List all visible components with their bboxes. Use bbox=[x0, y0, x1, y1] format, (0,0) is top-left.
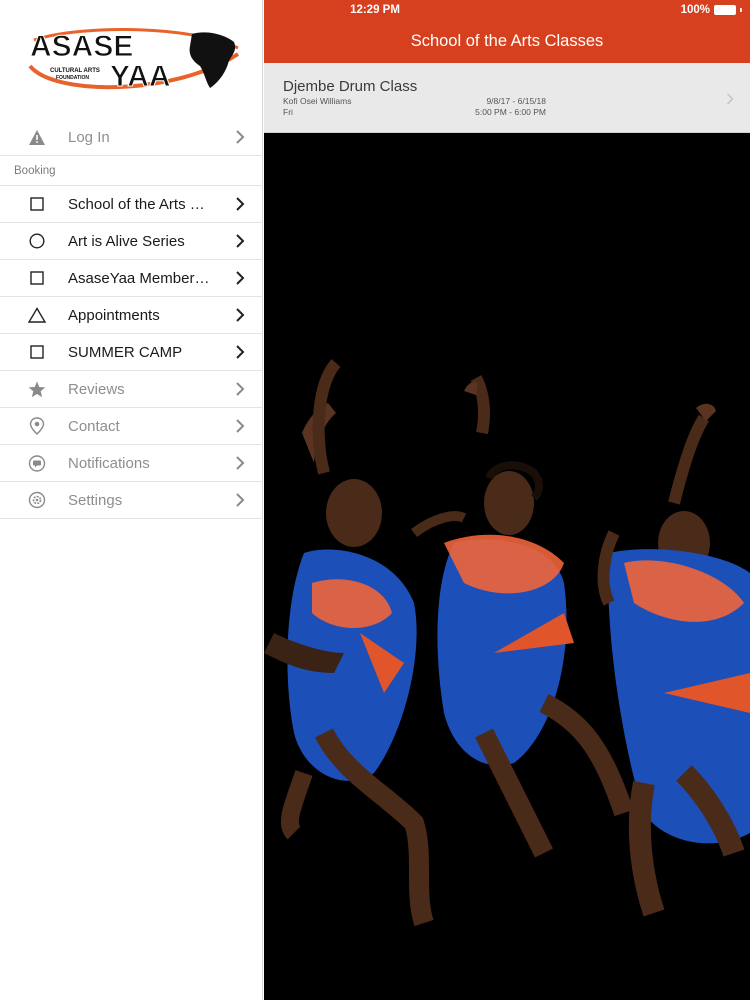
battery-percent: 100% bbox=[680, 4, 710, 16]
sidebar-item-school-of-the-arts[interactable]: School of the Arts Classes bbox=[0, 186, 263, 223]
battery-tip bbox=[740, 8, 742, 12]
navigation-bar: School of the Arts Classes bbox=[264, 20, 750, 63]
star-icon bbox=[27, 379, 47, 399]
status-time: 12:29 PM bbox=[350, 4, 400, 16]
svg-text:YAA: YAA bbox=[110, 60, 171, 93]
battery-icon bbox=[714, 5, 736, 15]
chevron-right-icon bbox=[236, 197, 245, 211]
main-panel: 12:29 PM 100% School of the Arts Classes… bbox=[264, 0, 750, 1000]
sidebar-item-label: Settings bbox=[68, 491, 123, 509]
sidebar-item-label: Log In bbox=[68, 128, 110, 146]
chevron-right-icon bbox=[236, 456, 245, 470]
class-times: 5:00 PM - 6:00 PM bbox=[475, 107, 546, 117]
sidebar: ASASE YAA CULTURAL ARTS FOUNDATION Log I… bbox=[0, 0, 263, 1000]
sidebar-item-label: Notifications bbox=[68, 454, 150, 472]
chevron-right-icon bbox=[236, 419, 245, 433]
sidebar-item-art-is-alive[interactable]: Art is Alive Series bbox=[0, 223, 263, 260]
sidebar-item-notifications[interactable]: Notifications bbox=[0, 445, 263, 482]
square-icon bbox=[27, 268, 47, 288]
square-icon bbox=[27, 194, 47, 214]
chevron-right-icon bbox=[236, 345, 245, 359]
svg-text:CULTURAL ARTS: CULTURAL ARTS bbox=[50, 68, 100, 74]
status-bar: 12:29 PM 100% bbox=[264, 0, 750, 20]
sidebar-item-reviews[interactable]: Reviews bbox=[0, 371, 263, 408]
sidebar-item-label: Reviews bbox=[68, 380, 125, 398]
chevron-right-icon bbox=[236, 234, 245, 248]
class-instructor: Kofi Osei Williams bbox=[283, 96, 352, 106]
sidebar-item-label: Appointments bbox=[68, 306, 160, 324]
gear-icon bbox=[27, 490, 47, 510]
sidebar-item-contact[interactable]: Contact bbox=[0, 408, 263, 445]
sidebar-item-label: School of the Arts Classes bbox=[68, 195, 213, 213]
dancers-illustration bbox=[264, 133, 750, 1000]
class-day: Fri bbox=[283, 107, 293, 117]
chevron-right-icon bbox=[236, 382, 245, 396]
dancers-photo bbox=[264, 133, 750, 1000]
asase-yaa-logo: ASASE YAA CULTURAL ARTS FOUNDATION bbox=[28, 28, 240, 94]
class-title: Djembe Drum Class bbox=[283, 78, 418, 95]
page-title: School of the Arts Classes bbox=[410, 32, 604, 50]
sidebar-menu: Log In Booking School of the Arts Classe… bbox=[0, 119, 263, 519]
sidebar-item-label: AsaseYaa Membership bbox=[68, 269, 213, 287]
chevron-right-icon bbox=[236, 308, 245, 322]
warning-icon bbox=[27, 127, 47, 147]
section-header-booking: Booking bbox=[0, 156, 263, 186]
chevron-right-icon bbox=[726, 93, 734, 105]
chevron-right-icon bbox=[236, 130, 245, 144]
triangle-icon bbox=[27, 305, 47, 325]
sidebar-item-label: Contact bbox=[68, 417, 120, 435]
sidebar-item-label: SUMMER CAMP bbox=[68, 343, 183, 361]
sidebar-item-label: Art is Alive Series bbox=[68, 232, 185, 250]
chevron-right-icon bbox=[236, 493, 245, 507]
sidebar-item-settings[interactable]: Settings bbox=[0, 482, 263, 519]
logo: ASASE YAA CULTURAL ARTS FOUNDATION bbox=[0, 0, 263, 120]
sidebar-item-appointments[interactable]: Appointments bbox=[0, 297, 263, 334]
chat-bubble-icon bbox=[27, 453, 47, 473]
battery-indicator: 100% bbox=[681, 4, 742, 16]
sidebar-item-summer-camp[interactable]: SUMMER CAMP bbox=[0, 334, 263, 371]
sidebar-item-log-in[interactable]: Log In bbox=[0, 119, 263, 156]
circle-icon bbox=[27, 231, 47, 251]
svg-text:ASASE: ASASE bbox=[30, 30, 133, 63]
sidebar-item-membership[interactable]: AsaseYaa Membership bbox=[0, 260, 263, 297]
class-list-item[interactable]: Djembe Drum Class Kofi Osei Williams Fri… bbox=[264, 63, 750, 133]
svg-text:FOUNDATION: FOUNDATION bbox=[56, 75, 89, 81]
class-dates: 9/8/17 - 6/15/18 bbox=[486, 96, 546, 106]
chevron-right-icon bbox=[236, 271, 245, 285]
square-icon bbox=[27, 342, 47, 362]
location-pin-icon bbox=[27, 416, 47, 436]
